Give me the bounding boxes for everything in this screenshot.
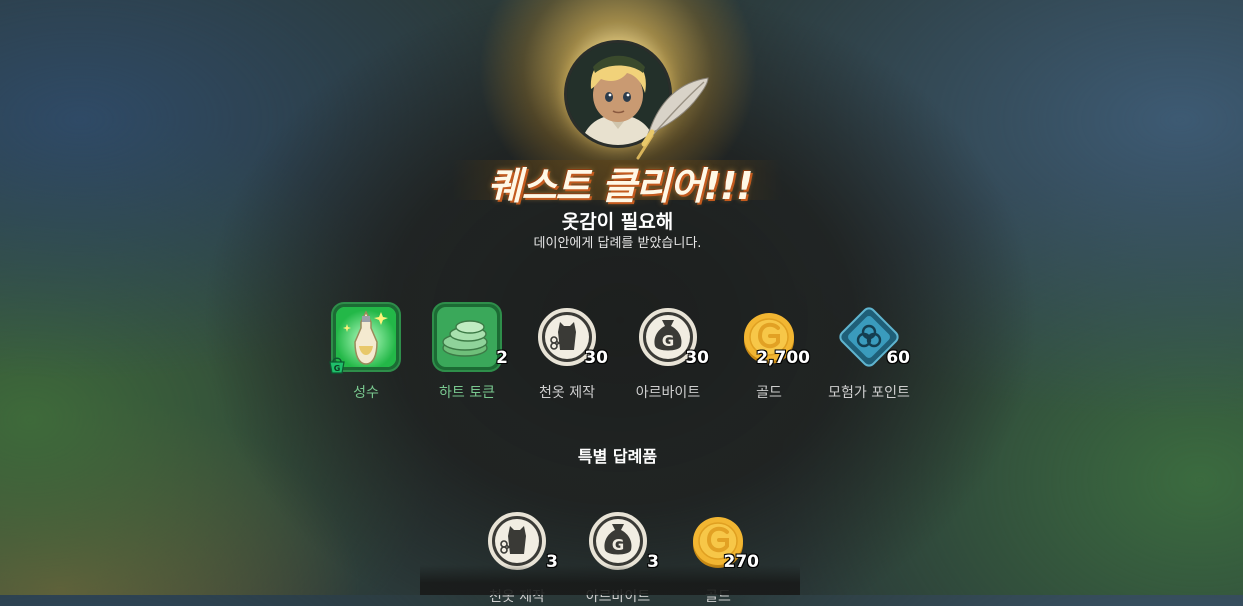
gold-coin-icon: 2,700 xyxy=(734,302,810,372)
reward-part-time-job[interactable]: G 30 아르바이트 xyxy=(613,302,723,402)
feather-quill-icon xyxy=(636,77,709,160)
heart-token-icon: 2 xyxy=(432,302,508,372)
reward-count: 2 xyxy=(496,348,508,368)
quest-description: 데이안에게 답례를 받았습니다. xyxy=(533,236,702,251)
reward-count: 60 xyxy=(886,348,910,368)
bound-item-icon: G xyxy=(329,357,345,374)
reward-adventurer-point[interactable]: 60 모험가 포인트 xyxy=(814,302,924,402)
svg-text:G: G xyxy=(612,536,624,554)
reward-label: 골드 xyxy=(756,385,782,401)
reward-label: 성수 xyxy=(353,385,379,401)
bottom-fade xyxy=(420,565,800,595)
holy-water-icon: G xyxy=(329,302,401,374)
part-time-job-icon: G 30 xyxy=(633,302,709,372)
reward-label: 하트 토큰 xyxy=(439,385,495,401)
quest-name: 옷감이 필요해 xyxy=(561,211,674,233)
cloth-craft-icon: 30 xyxy=(532,302,608,372)
quest-clear-title: 퀘스트 클리어!!! xyxy=(487,164,754,208)
reward-count: 30 xyxy=(584,348,608,368)
reward-cloth-craft[interactable]: 30 천옷 제작 xyxy=(512,302,622,402)
reward-heart-token[interactable]: 2 하트 토큰 xyxy=(412,302,522,402)
reward-gold[interactable]: 2,700 골드 xyxy=(714,302,824,402)
reward-count: 2,700 xyxy=(756,348,810,368)
special-rewards-title: 특별 답례품 xyxy=(577,447,658,466)
svg-text:G: G xyxy=(662,332,674,350)
reward-label: 천옷 제작 xyxy=(539,385,595,401)
reward-label: 아르바이트 xyxy=(635,385,701,401)
reward-count: 30 xyxy=(685,348,709,368)
adventurer-point-icon: 60 xyxy=(834,302,910,372)
svg-text:G: G xyxy=(334,364,341,373)
reward-label: 모험가 포인트 xyxy=(828,385,910,401)
reward-holy-water[interactable]: G 성수 xyxy=(311,302,421,402)
